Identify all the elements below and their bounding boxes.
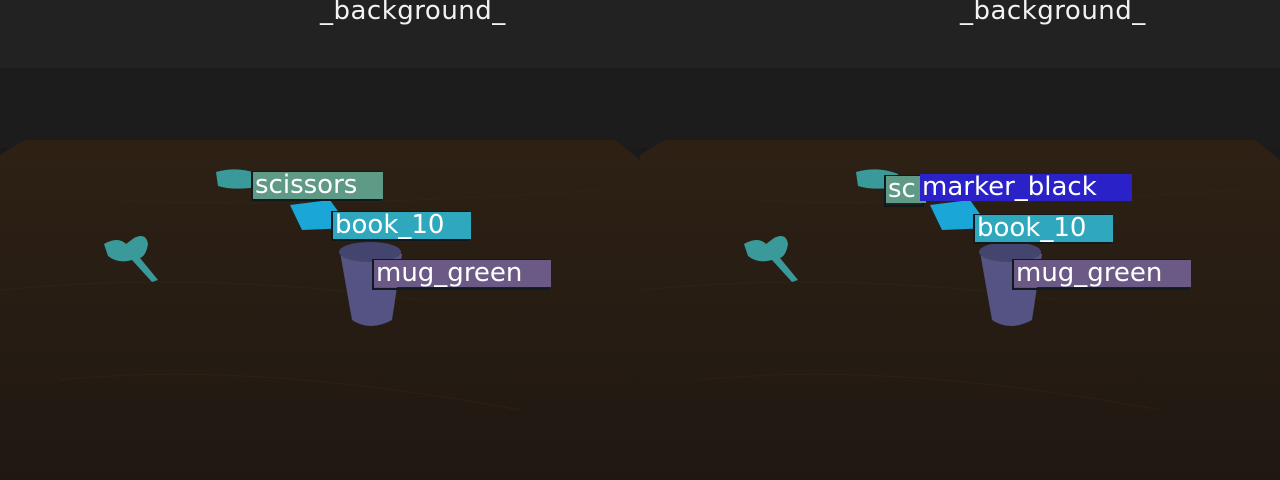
scene-render	[640, 0, 1280, 480]
book-label: book_10	[333, 212, 471, 239]
mug-label: mug_green	[1014, 260, 1191, 287]
background-label: _background_	[960, 0, 1146, 26]
scene-render	[0, 0, 640, 480]
right-panel: _background_ sc marker_black book_10 mug…	[640, 0, 1280, 480]
marker-label: marker_black	[920, 174, 1132, 201]
scissors-label: scissors	[253, 172, 383, 199]
mug-label: mug_green	[374, 260, 551, 287]
book-label: book_10	[975, 215, 1113, 242]
background-label: _background_	[320, 0, 506, 26]
left-panel: _background_ scissors book_10 mug_green	[0, 0, 640, 480]
